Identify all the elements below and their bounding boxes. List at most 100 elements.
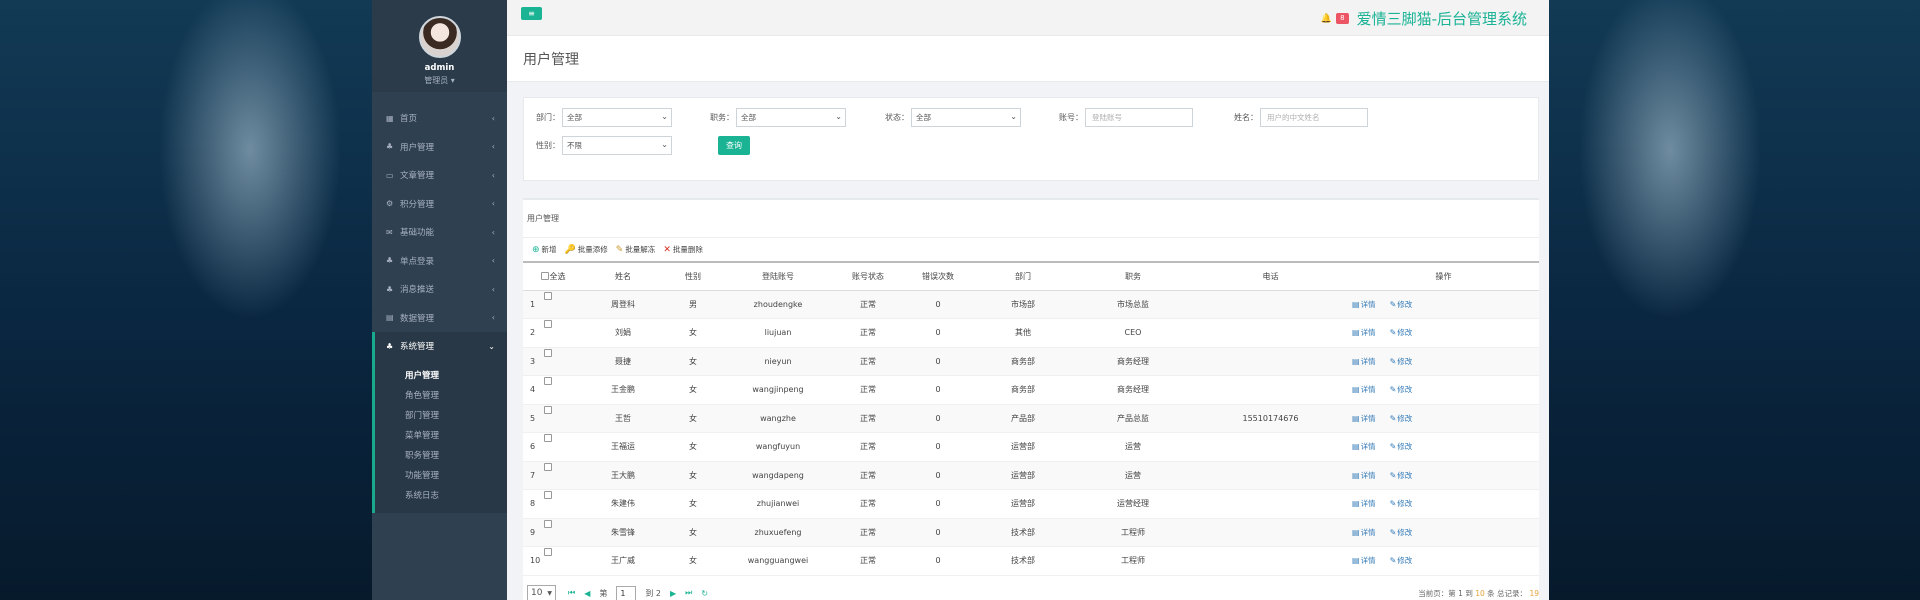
detail-link[interactable]: ▤ 详情 (1352, 555, 1376, 566)
detail-link[interactable]: ▤ 详情 (1352, 441, 1376, 452)
row-checkbox[interactable] (544, 320, 552, 328)
edit-link[interactable]: ✎ 修改 (1390, 413, 1413, 424)
table-row[interactable]: 1 周登科男 zhoudengke 正常 0 市场部 市场总监 ▤ 详情 ✎ 修改 (523, 290, 1539, 319)
row-checkbox[interactable] (544, 491, 552, 499)
table-row[interactable]: 9 朱雪锋女 zhuxuefeng 正常 0 技术部 工程师 ▤ 详情 ✎ 修改 (523, 518, 1539, 547)
dept-select[interactable]: 全部 ⌄ (562, 108, 672, 127)
sidebar-item-home[interactable]: ▦ 首页 ‹ (372, 104, 507, 133)
submenu-item-depts[interactable]: 部门管理 (375, 405, 507, 425)
cell-ops: ▤ 详情 ✎ 修改 (1348, 518, 1539, 547)
edit-label: 修改 (1397, 328, 1413, 338)
detail-link[interactable]: ▤ 详情 (1352, 498, 1376, 509)
query-button[interactable]: 查询 (718, 136, 750, 155)
detail-link[interactable]: ▤ 详情 (1352, 384, 1376, 395)
page-size-select[interactable]: 10 ▼ (527, 584, 556, 600)
sidebar-item-basic[interactable]: ✉ 基础功能 ‹ (372, 218, 507, 247)
cell-dept: 运营部 (973, 461, 1073, 490)
cell-errors: 0 (903, 404, 973, 433)
cell-status: 正常 (833, 404, 903, 433)
detail-link[interactable]: ▤ 详情 (1352, 299, 1376, 310)
submenu-item-functions[interactable]: 功能管理 (375, 465, 507, 485)
cell-ops: ▤ 详情 ✎ 修改 (1348, 546, 1539, 576)
user-role-dropdown[interactable]: 管理员 ▾ (372, 75, 507, 86)
cell-gender: 女 (663, 318, 723, 348)
detail-link[interactable]: ▤ 详情 (1352, 327, 1376, 338)
refresh-icon[interactable]: ↻ (701, 589, 708, 598)
status-select[interactable]: 全部 ⌄ (911, 108, 1021, 127)
table-row[interactable]: 4 王金鹏女 wangjinpeng 正常 0 商务部 商务经理 ▤ 详情 ✎ 修改 (523, 375, 1539, 405)
plus-circle-icon: ⊕ (532, 244, 540, 255)
row-checkbox[interactable] (544, 291, 552, 300)
card-icon: ▭ (386, 170, 394, 180)
edit-link[interactable]: ✎ 修改 (1390, 441, 1413, 452)
submenu-item-menus[interactable]: 菜单管理 (375, 425, 507, 445)
sidebar-item-system[interactable]: ♣ 系统管理 ⌄ (372, 332, 507, 361)
cell-gender: 女 (663, 404, 723, 433)
batch-delete-button[interactable]: ✕ 批量删除 (663, 244, 703, 255)
edit-link[interactable]: ✎ 修改 (1390, 327, 1413, 338)
table-row[interactable]: 10 王广威女 wangguangwei 正常 0 技术部 工程师 ▤ 详情 ✎ 修改 (523, 546, 1539, 576)
table-row[interactable]: 7 王大鹏女 wangdapeng 正常 0 运营部 运营 ▤ 详情 ✎ 修改 (523, 461, 1539, 490)
chevron-down-icon: ⌄ (661, 112, 668, 121)
avatar[interactable] (418, 16, 461, 58)
last-page-icon[interactable]: ⏭ (685, 588, 692, 598)
detail-link[interactable]: ▤ 详情 (1352, 356, 1376, 367)
edit-icon: ✎ (1389, 413, 1397, 423)
detail-link[interactable]: ▤ 详情 (1352, 470, 1376, 481)
detail-link[interactable]: ▤ 详情 (1352, 413, 1376, 424)
submenu-item-roles[interactable]: 角色管理 (375, 385, 507, 405)
select-all-checkbox[interactable] (540, 272, 549, 281)
sidebar-item-sso[interactable]: ♣ 单点登录 ‹ (372, 247, 507, 276)
edit-link[interactable]: ✎ 修改 (1390, 470, 1413, 481)
cell-name: 王广威 (583, 546, 663, 576)
detail-link[interactable]: ▤ 详情 (1352, 527, 1376, 538)
cell-account: zhujianwei (723, 489, 833, 519)
sidebar-item-points[interactable]: ⚙ 积分管理 ‹ (372, 190, 507, 219)
sidebar-toggle-button[interactable]: ≡ (521, 7, 542, 20)
submenu-item-posts[interactable]: 职务管理 (375, 445, 507, 465)
table-row[interactable]: 8 朱建伟女 zhujianwei 正常 0 运营部 运营经理 ▤ 详情 ✎ 修改 (523, 489, 1539, 519)
page-number-input[interactable]: 1 (616, 585, 637, 600)
sidebar-item-articles[interactable]: ▭ 文章管理 ‹ (372, 161, 507, 190)
row-checkbox[interactable] (544, 405, 552, 414)
add-button[interactable]: ⊕ 新增 (532, 244, 557, 255)
row-checkbox[interactable] (544, 348, 552, 357)
edit-link[interactable]: ✎ 修改 (1390, 299, 1413, 310)
sidebar-item-users[interactable]: ♣ 用户管理 ‹ (372, 133, 507, 162)
page-nav: ⏮ ◀ 第 1 到 2 ▶ ⏭ ↻ (568, 585, 708, 600)
edit-link[interactable]: ✎ 修改 (1390, 356, 1413, 367)
edit-link[interactable]: ✎ 修改 (1390, 555, 1413, 566)
name-input[interactable] (1260, 108, 1368, 127)
next-page-icon[interactable]: ▶ (670, 589, 676, 598)
row-checkbox[interactable] (544, 434, 552, 442)
table-row[interactable]: 3 聂捷女 nieyun 正常 0 商务部 商务经理 ▤ 详情 ✎ 修改 (523, 347, 1539, 376)
batch-reset-button[interactable]: 🔑 批量添修 (565, 244, 608, 255)
sidebar-item-push[interactable]: ♣ 消息推送 ‹ (372, 275, 507, 304)
account-input[interactable] (1085, 108, 1193, 127)
first-page-icon[interactable]: ⏮ (568, 588, 575, 598)
row-checkbox[interactable] (544, 548, 552, 556)
table-row[interactable]: 6 王福运女 wangfuyun 正常 0 运营部 运营 ▤ 详情 ✎ 修改 (523, 432, 1539, 462)
edit-link[interactable]: ✎ 修改 (1390, 498, 1413, 509)
row-checkbox[interactable] (544, 377, 552, 385)
row-checkbox[interactable] (544, 462, 552, 471)
page-size-value: 10 (531, 588, 543, 598)
bell-icon[interactable]: 🔔 (1321, 14, 1332, 24)
gender-select[interactable]: 不限 ⌄ (562, 136, 672, 155)
sitemap-icon: ♣ (386, 341, 394, 351)
table-row[interactable]: 2 刘娟女 liujuan 正常 0 其他 CEO ▤ 详情 ✎ 修改 (523, 318, 1539, 348)
post-select[interactable]: 全部 ⌄ (736, 108, 846, 127)
table-row[interactable]: 5 王哲女 wangzhe 正常 0 产品部 产品总监 15510174676 ▤ 详情 ✎ 修改 (523, 404, 1539, 433)
row-checkbox[interactable] (544, 519, 552, 528)
select-all-header[interactable]: 全选 (523, 262, 583, 291)
submenu-item-users[interactable]: 用户管理 (375, 365, 507, 385)
edit-link[interactable]: ✎ 修改 (1390, 384, 1413, 395)
sidebar-item-data[interactable]: ▤ 数据管理 ‹ (372, 304, 507, 333)
prev-page-icon[interactable]: ◀ (584, 589, 590, 598)
notification-badge[interactable]: 8 (1336, 13, 1349, 24)
header-gender: 性别 (663, 262, 723, 291)
batch-unlock-button[interactable]: ✎ 批量解冻 (616, 244, 656, 255)
submenu-item-logs[interactable]: 系统日志 (375, 485, 507, 505)
edit-link[interactable]: ✎ 修改 (1390, 527, 1413, 538)
filter-label: 状态： (885, 113, 909, 122)
